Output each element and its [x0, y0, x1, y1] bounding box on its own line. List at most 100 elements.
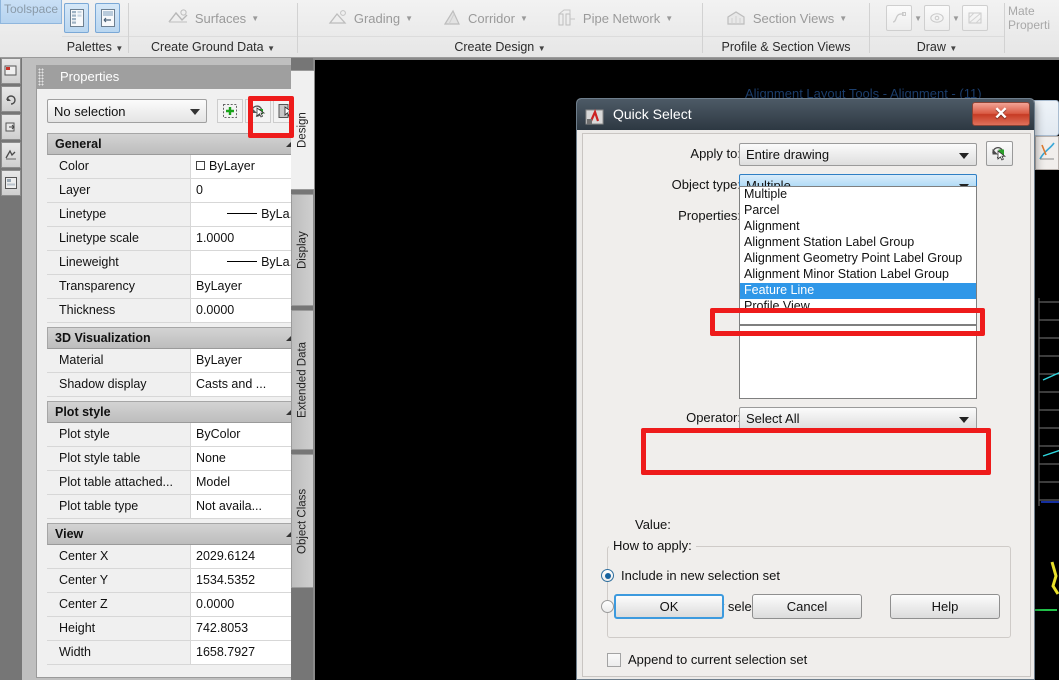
property-value[interactable]: ByColor: [191, 423, 305, 446]
property-row[interactable]: Height 742.8053: [47, 617, 305, 641]
property-value[interactable]: Not availa...: [191, 495, 305, 518]
chevron-down-icon[interactable]: ▼: [839, 14, 847, 23]
operator-combo[interactable]: Select All: [739, 407, 977, 430]
apply-to-combo[interactable]: Entire drawing: [739, 143, 977, 166]
chevron-down-icon[interactable]: ▼: [115, 44, 123, 53]
toolbar-icon-layer-freeze[interactable]: [1, 142, 21, 168]
chevron-down-icon[interactable]: ▼: [267, 44, 275, 53]
object-type-option[interactable]: Parcel: [740, 203, 976, 219]
property-row[interactable]: Thickness 0.0000: [47, 299, 305, 323]
property-group-header[interactable]: 3D Visualization: [47, 327, 305, 349]
property-row[interactable]: Center Z 0.0000: [47, 593, 305, 617]
properties-tab-design[interactable]: Design: [291, 70, 314, 190]
object-type-option[interactable]: Alignment Station Label Group: [740, 235, 976, 251]
corridor-command[interactable]: Corridor ▼: [441, 8, 528, 28]
property-value[interactable]: 1658.7927: [191, 641, 305, 664]
object-type-option[interactable]: Alignment Geometry Point Label Group: [740, 251, 976, 267]
chevron-down-icon[interactable]: ▼: [952, 14, 960, 23]
cancel-button[interactable]: Cancel: [752, 594, 862, 619]
property-value[interactable]: ByLa...: [191, 203, 305, 226]
polyline-icon[interactable]: [886, 5, 913, 31]
property-row[interactable]: Lineweight ByLa...: [47, 251, 305, 275]
alignment-toolbar-extra-icon[interactable]: [1035, 136, 1059, 170]
property-value[interactable]: ByLayer: [191, 349, 305, 372]
toolbar-icon-layer-properties[interactable]: [1, 58, 21, 84]
property-value[interactable]: ByLayer: [191, 155, 305, 178]
hatch-icon[interactable]: [961, 5, 988, 31]
select-objects-in-drawing-button[interactable]: [986, 141, 1013, 166]
toolspace-toggle-icon[interactable]: [64, 3, 89, 33]
property-value[interactable]: Casts and ...: [191, 373, 305, 396]
properties-tab-object-class[interactable]: Object Class: [291, 454, 313, 588]
chevron-down-icon[interactable]: ▼: [405, 14, 413, 23]
section-views-command[interactable]: Section Views ▼: [753, 11, 847, 26]
close-icon[interactable]: ✕: [972, 102, 1030, 126]
property-row[interactable]: Plot style table None: [47, 447, 305, 471]
property-row[interactable]: Width 1658.7927: [47, 641, 305, 665]
pipe-network-command[interactable]: Pipe Network ▼: [556, 8, 673, 28]
properties-toggle-icon[interactable]: [95, 3, 120, 33]
property-row[interactable]: Color ByLayer: [47, 155, 305, 179]
property-value[interactable]: 0.0000: [191, 299, 305, 322]
property-row[interactable]: Material ByLayer: [47, 349, 305, 373]
object-type-option[interactable]: Alignment Minor Station Label Group: [740, 267, 976, 283]
properties-tab-display[interactable]: Display: [291, 194, 313, 306]
chevron-down-icon[interactable]: ▼: [949, 44, 957, 53]
property-row[interactable]: Linetype scale 1.0000: [47, 227, 305, 251]
property-value[interactable]: 742.8053: [191, 617, 305, 640]
object-type-option[interactable]: Alignment: [740, 219, 976, 235]
toolspace-chip[interactable]: Toolspace: [0, 0, 62, 24]
property-value[interactable]: 0: [191, 179, 305, 202]
select-objects-button[interactable]: [245, 99, 271, 123]
surfaces-command[interactable]: Surfaces ▼: [195, 11, 259, 26]
help-button[interactable]: Help: [890, 594, 1000, 619]
chevron-down-icon[interactable]: [959, 417, 969, 423]
property-row[interactable]: Transparency ByLayer: [47, 275, 305, 299]
object-type-option[interactable]: Profile View: [740, 299, 976, 315]
property-group-header[interactable]: General: [47, 133, 305, 155]
exclude-radio-icon[interactable]: [601, 600, 614, 613]
object-type-option[interactable]: Feature Line: [740, 283, 976, 299]
property-row[interactable]: Shadow display Casts and ...: [47, 373, 305, 397]
property-row[interactable]: Plot table type Not availa...: [47, 495, 305, 519]
grading-command[interactable]: Grading ▼: [327, 8, 413, 28]
chevron-down-icon[interactable]: ▼: [665, 14, 673, 23]
append-checkbox-row[interactable]: Append to current selection set: [607, 652, 807, 667]
chevron-down-icon[interactable]: [959, 153, 969, 159]
property-group-header[interactable]: Plot style: [47, 401, 305, 423]
property-row[interactable]: Plot table attached... Model: [47, 471, 305, 495]
toggle-pickadd-button[interactable]: [217, 99, 243, 123]
object-type-option[interactable]: Multiple: [740, 187, 976, 203]
chevron-down-icon[interactable]: [190, 109, 200, 115]
toolbar-icon-layer-states[interactable]: [1, 170, 21, 196]
property-value[interactable]: ByLayer: [191, 275, 305, 298]
property-value[interactable]: 1534.5352: [191, 569, 305, 592]
property-value[interactable]: 2029.6124: [191, 545, 305, 568]
selection-combo[interactable]: No selection: [47, 99, 207, 123]
property-value[interactable]: ByLa...: [191, 251, 305, 274]
visibility-icon[interactable]: [924, 5, 950, 31]
property-row[interactable]: Center X 2029.6124: [47, 545, 305, 569]
properties-palette-grip[interactable]: [38, 68, 44, 86]
chevron-down-icon[interactable]: ▼: [914, 14, 922, 23]
include-radio-icon[interactable]: [601, 569, 614, 582]
property-row[interactable]: Plot style ByColor: [47, 423, 305, 447]
properties-listbox[interactable]: [739, 325, 977, 399]
toolbar-icon-layer-isolate[interactable]: [1, 114, 21, 140]
property-value[interactable]: 0.0000: [191, 593, 305, 616]
property-row[interactable]: Linetype ByLa...: [47, 203, 305, 227]
object-type-dropdown-list[interactable]: Multiple Parcel Alignment Alignment Station…: [739, 186, 977, 325]
property-value[interactable]: None: [191, 447, 305, 470]
toolbar-icon-layer-previous[interactable]: [1, 86, 21, 112]
ok-button[interactable]: OK: [614, 594, 724, 619]
property-value[interactable]: Model: [191, 471, 305, 494]
chevron-down-icon[interactable]: ▼: [251, 14, 259, 23]
property-value[interactable]: 1.0000: [191, 227, 305, 250]
property-group-header[interactable]: View: [47, 523, 305, 545]
property-row[interactable]: Layer 0: [47, 179, 305, 203]
append-checkbox-icon[interactable]: [607, 652, 621, 667]
quick-select-titlebar[interactable]: Quick Select: [577, 99, 1034, 130]
include-radio-row[interactable]: Include in new selection set: [601, 568, 780, 583]
properties-tab-extended-data[interactable]: Extended Data: [291, 310, 313, 450]
property-row[interactable]: Center Y 1534.5352: [47, 569, 305, 593]
